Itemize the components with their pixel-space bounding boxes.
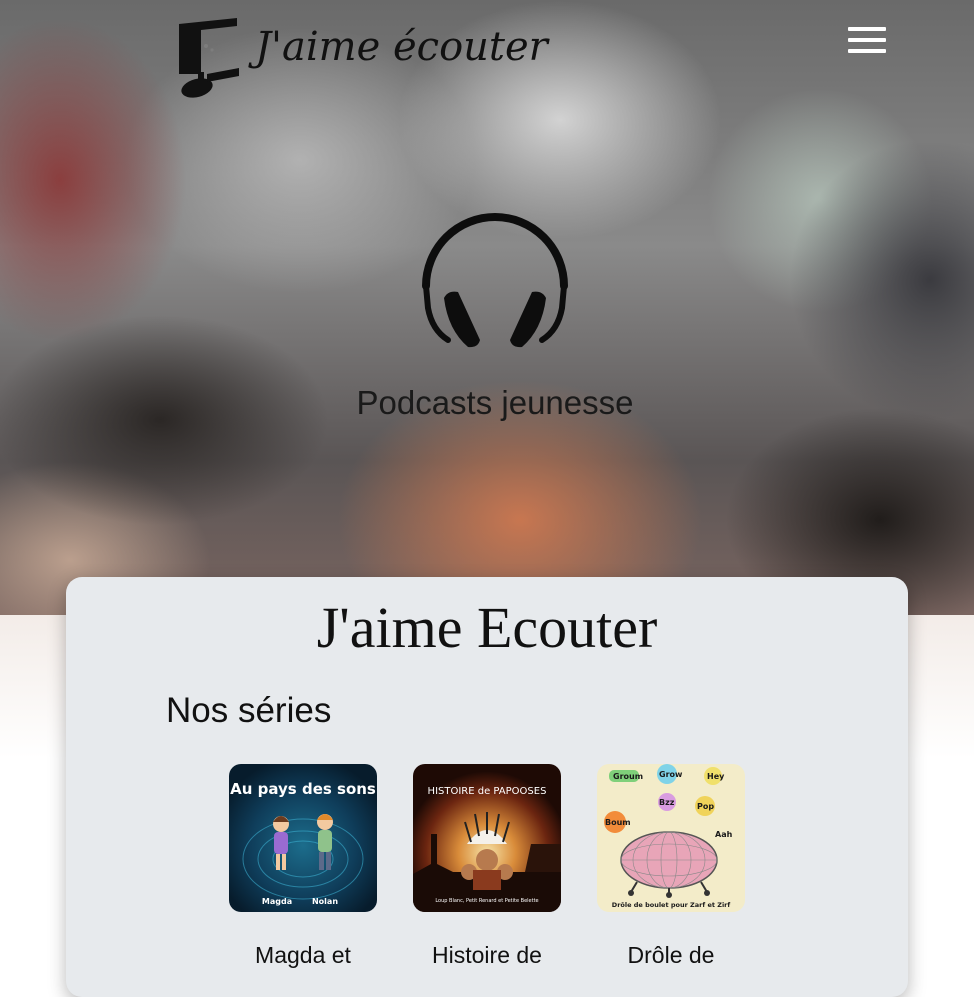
cover-word: Bzz — [659, 798, 675, 807]
cover-word: Aah — [715, 830, 733, 839]
cover-word: Pop — [697, 802, 714, 811]
cover-title-text: Au pays des sons — [230, 780, 376, 798]
cover-name-magda: Magda — [262, 897, 292, 906]
series-cover-histoire-de-papooses[interactable]: HISTOIRE de PAPOOSES Loup Blanc, Petit R… — [413, 764, 561, 912]
headphones-icon — [422, 213, 568, 348]
series-name[interactable]: Drôle de — [581, 942, 761, 969]
series-name[interactable]: Histoire de — [397, 942, 577, 969]
hero-banner: J'aime écouter Podcasts jeunesse — [0, 0, 974, 615]
hero-subtitle: Podcasts jeunesse — [356, 384, 634, 421]
cover-word: Hey — [707, 772, 725, 781]
cover-word: Boum — [605, 818, 631, 827]
series-name[interactable]: Magda et — [213, 942, 393, 969]
music-note-logo-icon — [179, 18, 239, 98]
cover-subtitle-text: Loup Blanc, Petit Renard et Petite Belet… — [435, 898, 538, 904]
series-card: J'aime Ecouter Nos séries Au pays des so… — [66, 577, 908, 997]
cover-word: Groum — [613, 772, 643, 781]
logo-text: J'aime écouter — [255, 24, 548, 70]
cover-title-text: Drôle de boulet pour Zarf et Zirf — [612, 901, 731, 909]
cover-word: Grow — [659, 770, 683, 779]
cover-title-text: HISTOIRE de PAPOOSES — [428, 786, 547, 797]
series-item-drole-de-boulet[interactable]: Groum Grow Hey Boum Pop Aah Bzz Drôle de… — [597, 764, 745, 969]
site-logo[interactable]: J'aime écouter — [175, 16, 548, 98]
card-title: J'aime Ecouter — [316, 595, 658, 660]
hamburger-menu-icon[interactable] — [848, 27, 886, 55]
series-cover-drole-de-boulet[interactable]: Groum Grow Hey Boum Pop Aah Bzz Drôle de… — [597, 764, 745, 912]
cover-name-nolan: Nolan — [312, 897, 338, 906]
series-cover-au-pays-des-sons[interactable]: Au pays des sons Magda Nolan — [229, 764, 377, 912]
section-title: Nos séries — [166, 691, 332, 730]
series-item-au-pays-des-sons[interactable]: Au pays des sons Magda Nolan Magda et — [229, 764, 377, 969]
series-item-histoire-de-papooses[interactable]: HISTOIRE de PAPOOSES Loup Blanc, Petit R… — [413, 764, 561, 969]
